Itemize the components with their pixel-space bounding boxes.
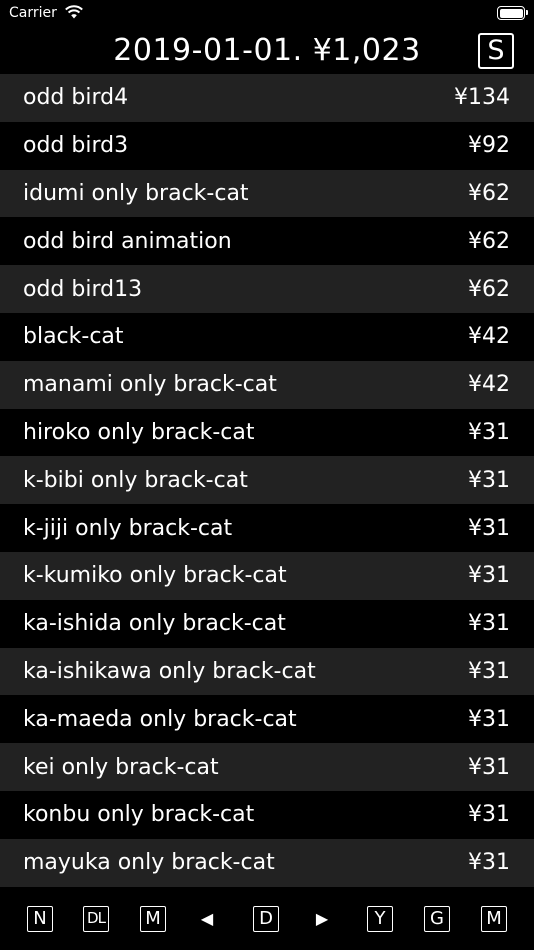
item-name: mayuka only brack-cat (23, 850, 275, 876)
item-name: idumi only brack-cat (23, 180, 249, 206)
dl-button[interactable]: DL (83, 906, 109, 932)
list-item[interactable]: kei only brack-cat ¥31 (0, 743, 534, 791)
list-item[interactable]: mayuka only brack-cat ¥31 (0, 838, 534, 887)
list-item[interactable]: odd bird4 ¥134 (0, 74, 534, 122)
list-item[interactable]: idumi only brack-cat ¥62 (0, 169, 534, 218)
list-item[interactable]: k-jiji only brack-cat ¥31 (0, 504, 534, 552)
item-name: manami only brack-cat (23, 372, 277, 398)
item-name: black-cat (23, 324, 124, 350)
item-price: ¥62 (468, 180, 510, 206)
item-name: odd bird13 (23, 276, 143, 302)
item-price: ¥42 (468, 324, 510, 350)
item-name: hiroko only brack-cat (23, 419, 255, 445)
list-item[interactable]: k-bibi only brack-cat ¥31 (0, 456, 534, 505)
list-item[interactable]: konbu only brack-cat ¥31 (0, 790, 534, 839)
list-item[interactable]: ka-ishikawa only brack-cat ¥31 (0, 647, 534, 696)
item-name: odd bird3 (23, 133, 129, 159)
item-price: ¥31 (468, 802, 510, 828)
page-title: 2019-01-01. ¥1,023 (113, 33, 421, 68)
item-price: ¥62 (468, 276, 510, 302)
y-button[interactable]: Y (367, 906, 393, 932)
m-button-left[interactable]: M (140, 906, 166, 932)
item-price: ¥134 (454, 85, 510, 111)
wifi-icon (65, 5, 83, 19)
list-item[interactable]: manami only brack-cat ¥42 (0, 360, 534, 409)
n-button[interactable]: N (27, 906, 53, 932)
item-name: ka-ishikawa only brack-cat (23, 658, 316, 684)
item-name: k-kumiko only brack-cat (23, 563, 287, 589)
list-item[interactable]: odd bird animation ¥62 (0, 217, 534, 266)
item-price: ¥31 (468, 658, 510, 684)
item-price: ¥62 (468, 228, 510, 254)
g-button[interactable]: G (424, 906, 450, 932)
item-price: ¥31 (468, 611, 510, 637)
item-name: k-jiji only brack-cat (23, 515, 233, 541)
list-item[interactable]: k-kumiko only brack-cat ¥31 (0, 551, 534, 600)
item-name: konbu only brack-cat (23, 802, 255, 828)
item-name: odd bird4 (23, 85, 129, 111)
prev-arrow-icon[interactable]: ◀ (197, 906, 217, 932)
list-item[interactable]: odd bird13 ¥62 (0, 265, 534, 313)
item-price: ¥92 (468, 133, 510, 159)
item-price: ¥31 (468, 563, 510, 589)
item-list: odd bird4 ¥134 odd bird3 ¥92 idumi only brac… (0, 74, 534, 887)
item-price: ¥31 (468, 850, 510, 876)
item-name: ka-maeda only brack-cat (23, 706, 297, 732)
list-item[interactable]: hiroko only brack-cat ¥31 (0, 408, 534, 457)
item-price: ¥31 (468, 754, 510, 780)
m-button-right[interactable]: M (481, 906, 507, 932)
item-price: ¥42 (468, 372, 510, 398)
item-name: k-bibi only brack-cat (23, 467, 248, 493)
s-button[interactable]: S (478, 33, 514, 69)
list-item[interactable]: ka-ishida only brack-cat ¥31 (0, 599, 534, 648)
battery-icon (497, 6, 528, 20)
header: 2019-01-01. ¥1,023 S (0, 28, 534, 74)
list-item[interactable]: ka-maeda only brack-cat ¥31 (0, 695, 534, 744)
item-price: ¥31 (468, 467, 510, 493)
bottom-toolbar: N DL M ◀ D ▶ Y G M (0, 888, 534, 950)
carrier-label: Carrier (9, 5, 57, 21)
item-price: ¥31 (468, 419, 510, 445)
item-name: kei only brack-cat (23, 754, 219, 780)
d-button[interactable]: D (253, 906, 279, 932)
status-bar: Carrier (0, 0, 534, 28)
item-name: ka-ishida only brack-cat (23, 611, 286, 637)
next-arrow-icon[interactable]: ▶ (312, 906, 332, 932)
list-item[interactable]: odd bird3 ¥92 (0, 121, 534, 170)
item-price: ¥31 (468, 706, 510, 732)
list-item[interactable]: black-cat ¥42 (0, 312, 534, 361)
item-name: odd bird animation (23, 228, 232, 254)
item-price: ¥31 (468, 515, 510, 541)
